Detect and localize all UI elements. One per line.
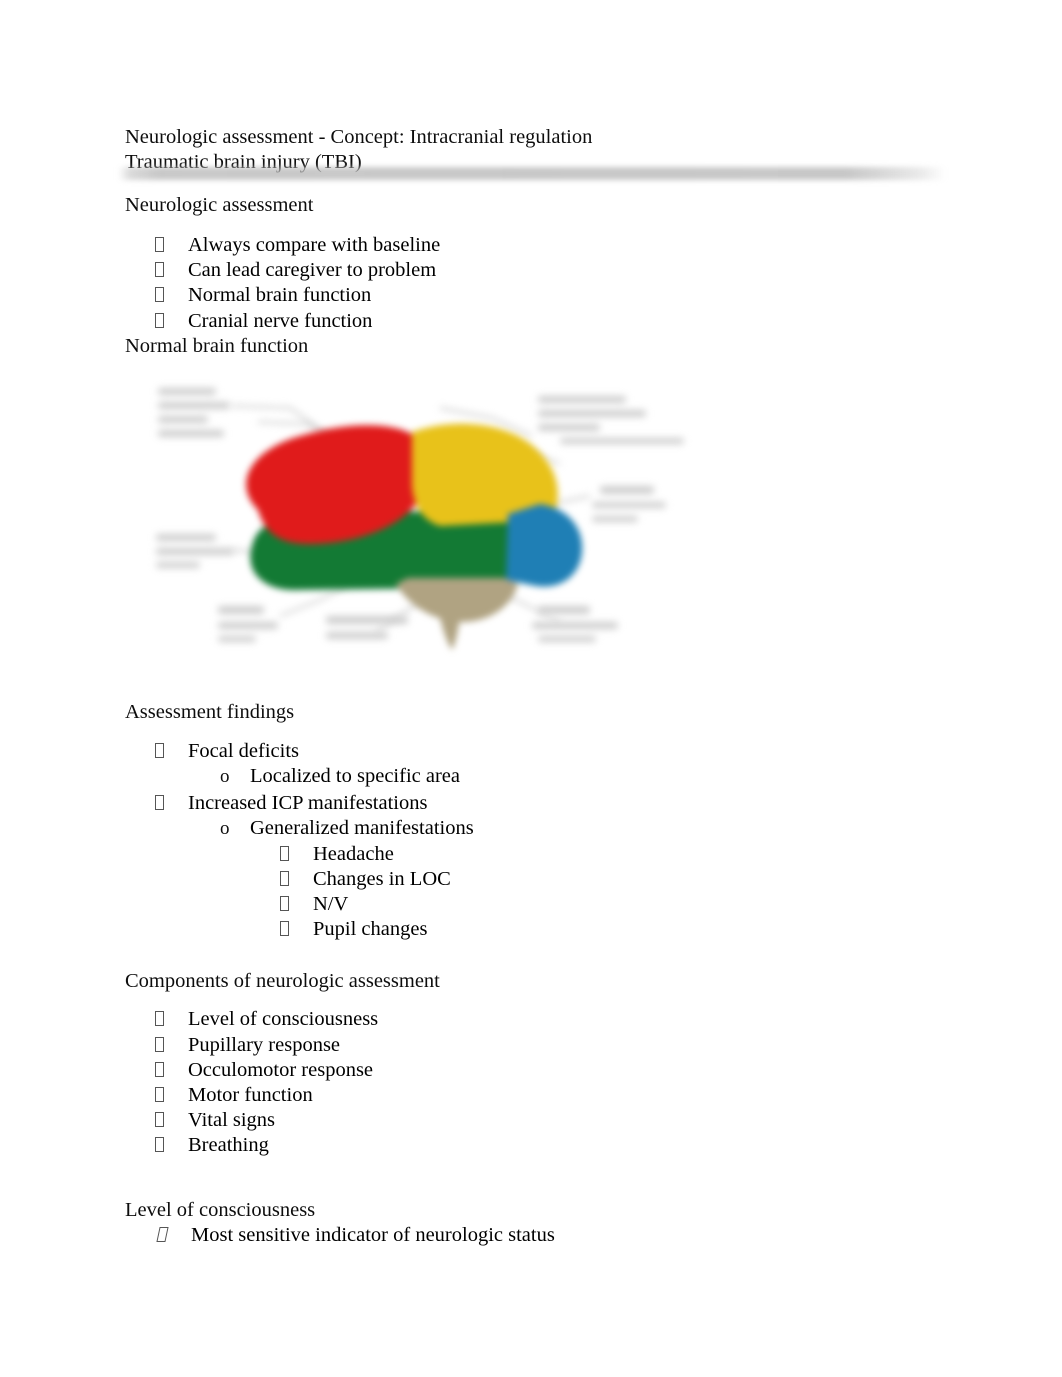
list-item-label: N/V <box>313 893 349 915</box>
brain-lobes-diagram <box>140 378 710 678</box>
bullet-tofu-icon <box>155 312 188 330</box>
list-item: Pupillary response <box>155 1033 340 1058</box>
bullet-tofu-icon <box>156 1226 191 1244</box>
bullet-tofu-icon <box>155 286 188 304</box>
bullet-tofu-icon <box>280 845 313 863</box>
list-item: Changes in LOC <box>280 867 451 892</box>
bullet-tofu-icon <box>155 1086 188 1104</box>
list-item-label: Always compare with baseline <box>188 234 441 256</box>
bullet-tofu-icon <box>155 1061 188 1079</box>
bullet-tofu-icon <box>280 895 313 913</box>
list-item-label: Vital signs <box>188 1109 276 1131</box>
heading-components-of-neurologic-assessment: Components of neurologic assessment <box>125 970 440 992</box>
document-title-line-1: Neurologic assessment - Concept: Intracr… <box>125 126 593 148</box>
document-page: Neurologic assessment - Concept: Intracr… <box>0 0 1062 1377</box>
list-item-label: Motor function <box>188 1084 313 1106</box>
heading-level-of-consciousness: Level of consciousness <box>125 1199 316 1221</box>
list-item-label: Level of consciousness <box>188 1008 379 1030</box>
list-item-label: Pupillary response <box>188 1034 341 1056</box>
list-item: N/V <box>280 892 348 917</box>
list-item: Breathing <box>155 1133 269 1158</box>
list-item-label: Increased ICP manifestations <box>188 792 428 814</box>
list-item: o Localized to specific area <box>220 764 460 789</box>
list-item: Cranial nerve function <box>155 309 372 334</box>
list-item: Pupil changes <box>280 917 427 942</box>
list-item: Can lead caregiver to problem <box>155 258 436 283</box>
bullet-circle-icon: o <box>220 818 230 839</box>
list-item-label: Occulomotor response <box>188 1059 374 1081</box>
list-item-label: Changes in LOC <box>313 868 451 890</box>
list-item-label: Most sensitive indicator of neurologic s… <box>191 1224 555 1246</box>
bullet-tofu-icon <box>280 920 313 938</box>
list-item: o Generalized manifestations <box>220 816 474 841</box>
list-item-label: Generalized manifestations <box>250 817 474 839</box>
bullet-tofu-icon <box>155 742 188 760</box>
list-item-label: Normal brain function <box>188 284 372 306</box>
list-item: Always compare with baseline <box>155 233 440 258</box>
bullet-tofu-icon <box>280 870 313 888</box>
heading-neurologic-assessment: Neurologic assessment <box>125 194 314 216</box>
list-item-label: Headache <box>313 843 394 865</box>
title-divider <box>118 167 946 180</box>
bullet-circle-icon: o <box>220 766 230 787</box>
list-item: Vital signs <box>155 1108 275 1133</box>
list-item: Headache <box>280 842 394 867</box>
list-item-label: Cranial nerve function <box>188 310 373 332</box>
bullet-tofu-icon <box>155 236 188 254</box>
list-item-label: Can lead caregiver to problem <box>188 259 437 281</box>
heading-assessment-findings: Assessment findings <box>125 701 295 723</box>
list-item: Normal brain function <box>155 283 371 308</box>
list-item-label: Focal deficits <box>188 740 300 762</box>
bullet-tofu-icon <box>155 1111 188 1129</box>
list-item: Occulomotor response <box>155 1058 373 1083</box>
list-item-label: Localized to specific area <box>250 765 460 787</box>
bullet-tofu-icon <box>155 794 188 812</box>
list-item: Most sensitive indicator of neurologic s… <box>156 1223 555 1248</box>
list-item: Increased ICP manifestations <box>155 791 427 816</box>
heading-normal-brain-function: Normal brain function <box>125 335 309 357</box>
bullet-tofu-icon <box>155 1010 188 1028</box>
bullet-tofu-icon <box>155 1036 188 1054</box>
list-item: Motor function <box>155 1083 313 1108</box>
bullet-tofu-icon <box>155 1136 188 1154</box>
list-item-label: Breathing <box>188 1134 269 1156</box>
bullet-tofu-icon <box>155 261 188 279</box>
list-item: Focal deficits <box>155 739 299 764</box>
list-item: Level of consciousness <box>155 1007 378 1032</box>
list-item-label: Pupil changes <box>313 918 428 940</box>
